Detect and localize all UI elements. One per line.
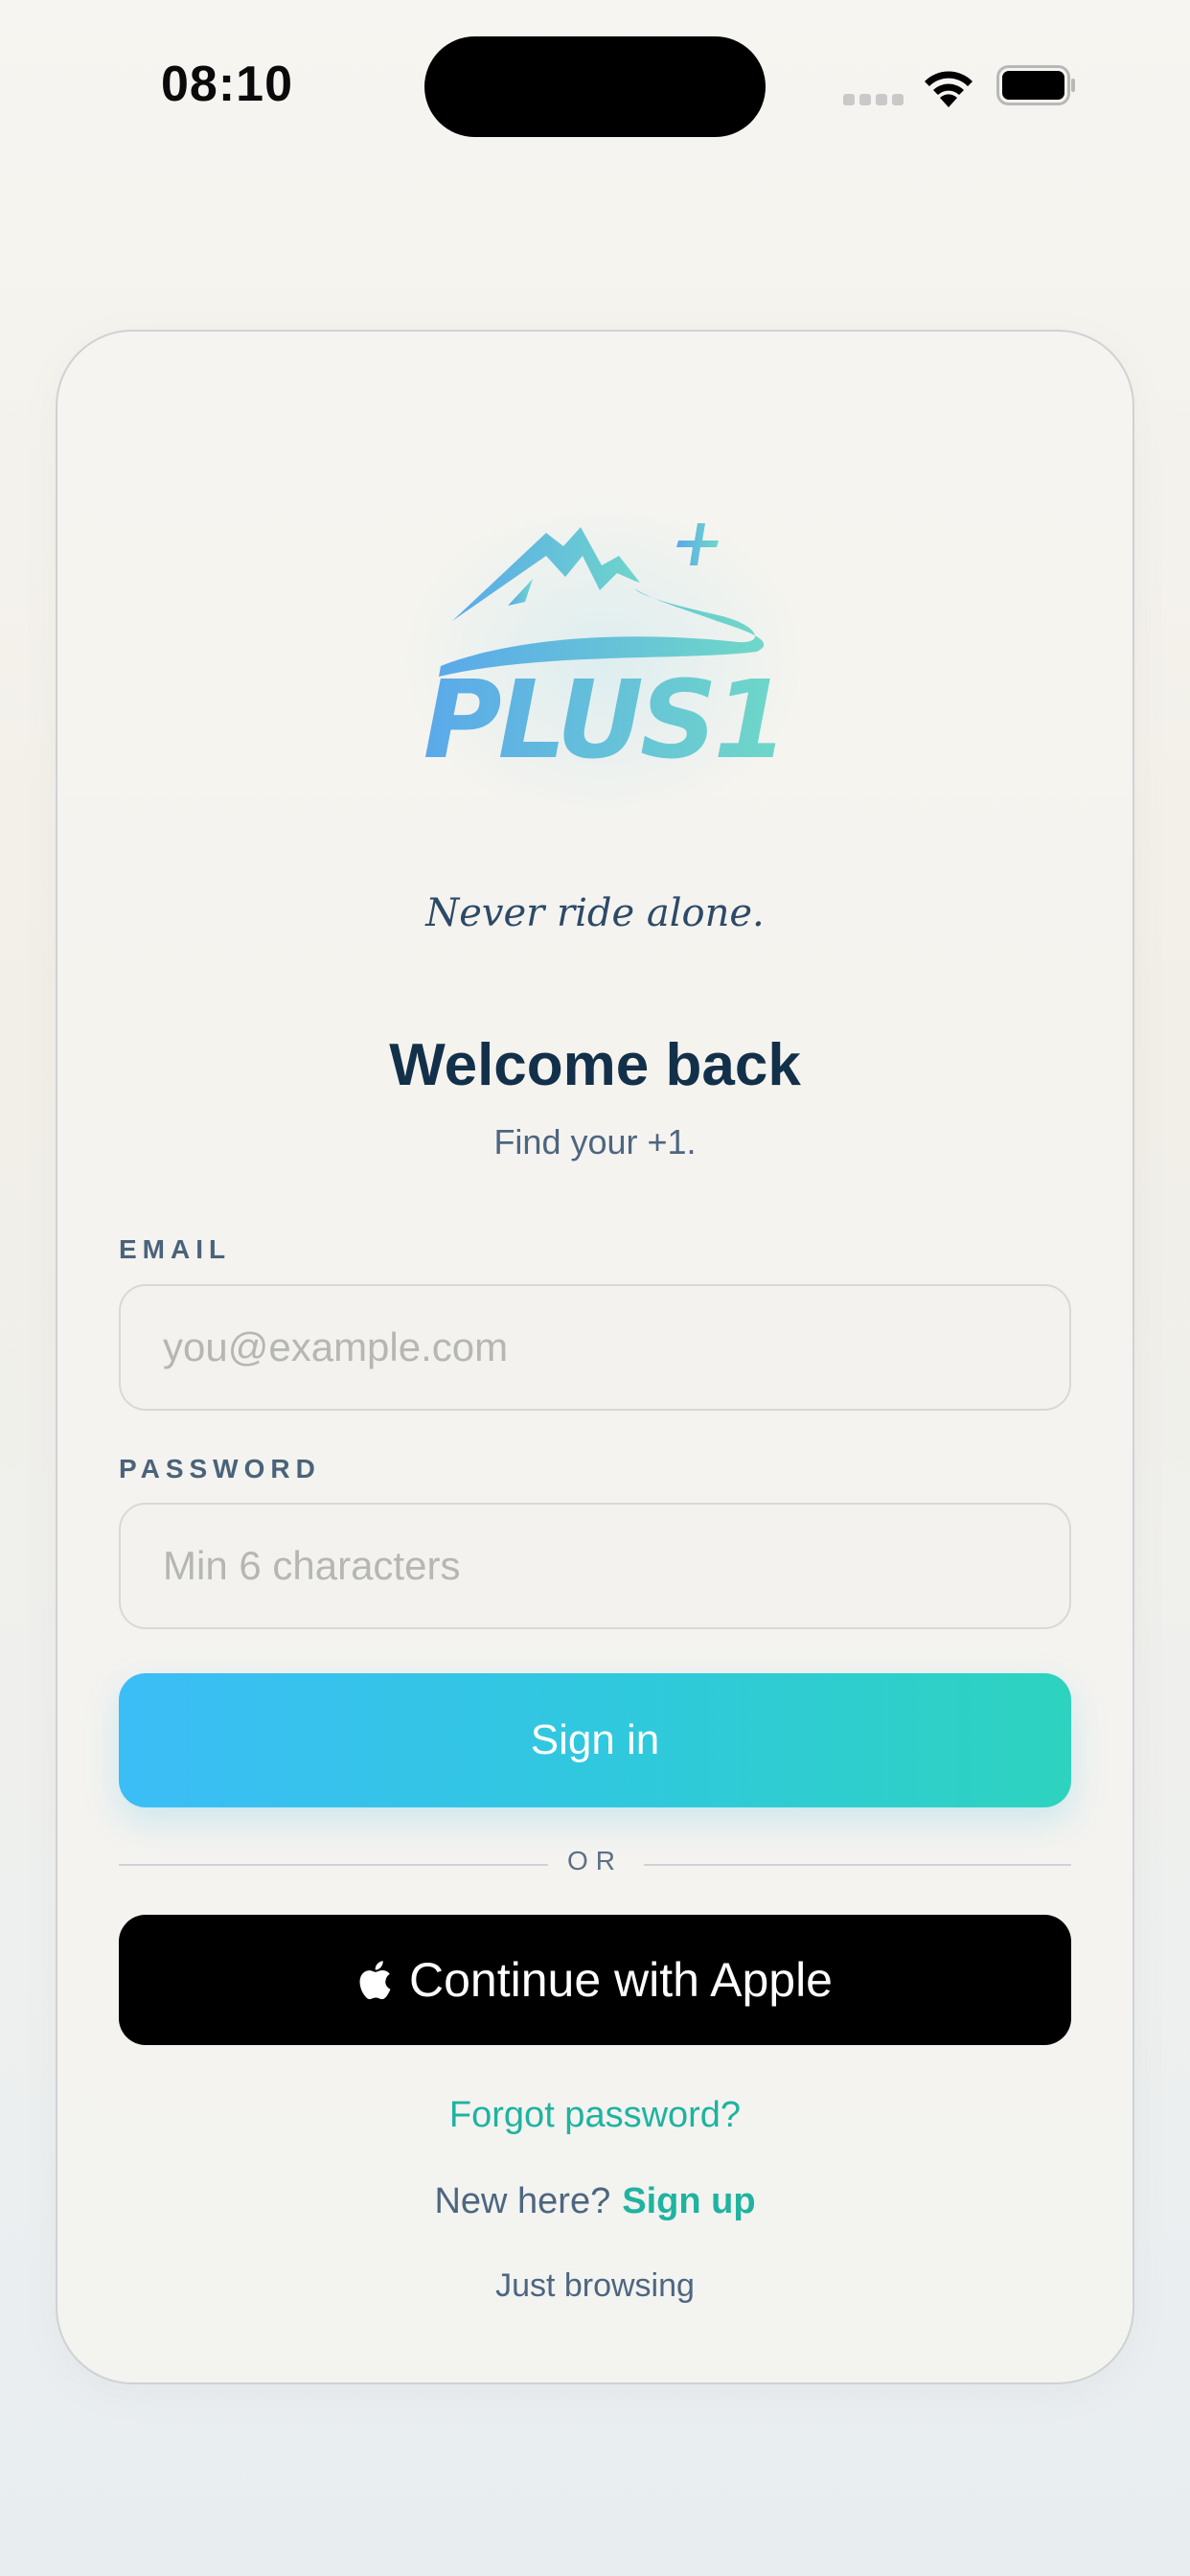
or-divider: OR	[119, 1846, 1071, 1884]
battery-icon	[996, 65, 1075, 105]
email-label: EMAIL	[119, 1234, 232, 1264]
email-field[interactable]	[119, 1284, 1071, 1411]
status-bar: 08:10	[0, 0, 1190, 172]
sign-in-button[interactable]: Sign in	[119, 1673, 1071, 1807]
status-time: 08:10	[161, 57, 293, 112]
apple-button-label: Continue with Apple	[409, 1953, 833, 2007]
or-text: OR	[567, 1846, 623, 1875]
dynamic-island	[424, 36, 766, 137]
continue-with-apple-button[interactable]: Continue with Apple	[119, 1915, 1071, 2045]
tagline: Never ride alone.	[425, 891, 765, 935]
plus1-logo: PLUS1	[423, 523, 788, 783]
signup-row: New here? Sign up	[0, 2181, 1190, 2222]
page-title: Welcome back	[389, 1032, 801, 1098]
apple-icon	[359, 1961, 391, 2000]
page-subtitle: Find your +1.	[493, 1122, 697, 1162]
signal-dots-icon	[843, 94, 904, 105]
new-here-text: New here?	[434, 2181, 611, 2221]
password-label: PASSWORD	[119, 1454, 321, 1484]
wifi-icon	[925, 71, 973, 107]
password-field[interactable]	[119, 1503, 1071, 1629]
sign-up-link[interactable]: Sign up	[622, 2181, 755, 2221]
logo-wordmark: PLUS1	[423, 658, 785, 783]
just-browsing-link[interactable]: Just browsing	[0, 2267, 1190, 2305]
forgot-password-link[interactable]: Forgot password?	[0, 2095, 1190, 2136]
